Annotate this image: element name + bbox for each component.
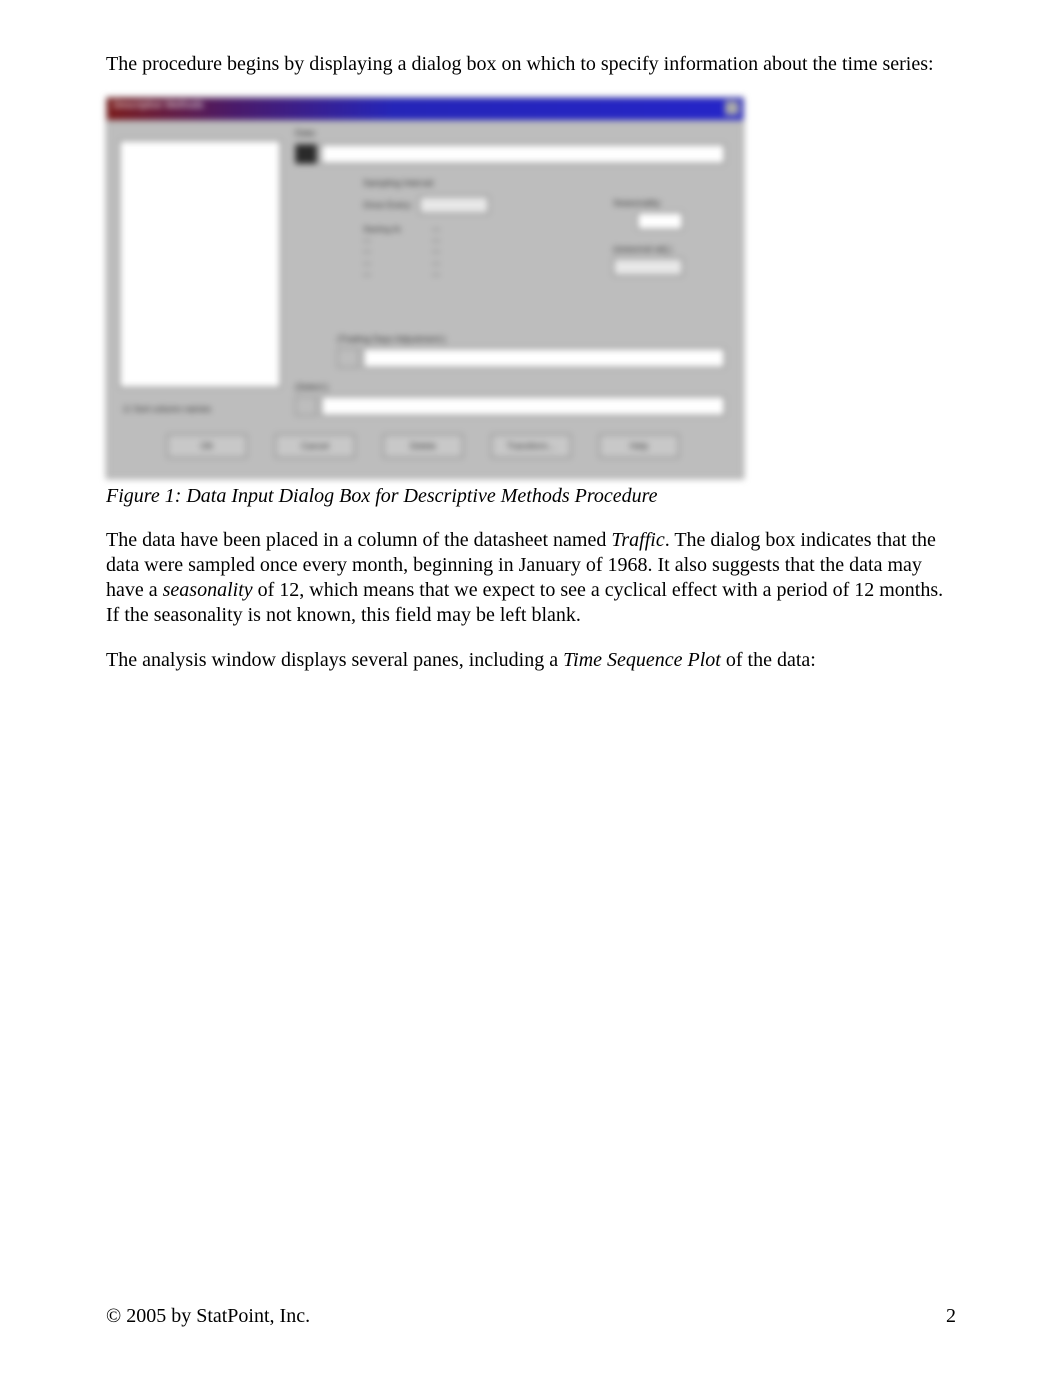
figure-1-container: Descriptive Methods Data: Sampling Inter… bbox=[106, 97, 956, 479]
interval-combo[interactable] bbox=[419, 196, 489, 214]
seasonality-input[interactable] bbox=[637, 212, 683, 230]
sampling-interval-group: Sampling Interval: Once Every: Starting … bbox=[363, 178, 603, 318]
data-label: Data: bbox=[295, 128, 317, 138]
trading-days-label: (Trading Days Adjustment:) bbox=[337, 334, 446, 344]
ok-button[interactable]: OK bbox=[167, 434, 247, 458]
arrow-right-icon[interactable] bbox=[295, 144, 317, 164]
seasonal-adjust-combo[interactable] bbox=[613, 258, 683, 276]
sort-column-names-checkbox[interactable]: ☑ Sort column names bbox=[123, 404, 211, 415]
trading-days-input[interactable] bbox=[363, 348, 725, 368]
copyright-text: © 2005 by StatPoint, Inc. bbox=[106, 1305, 310, 1328]
data-input[interactable] bbox=[321, 144, 725, 164]
sampling-interval-label: Sampling Interval: bbox=[363, 178, 603, 188]
starting-at-col1: Starting At: — — — — bbox=[363, 224, 402, 280]
paragraph-2: The data have been placed in a column of… bbox=[106, 528, 956, 628]
seasonal-adjust-label: (seasonal adj.) bbox=[613, 244, 723, 254]
select-arrow-icon[interactable] bbox=[295, 396, 317, 416]
seasonality-group: Seasonality: (seasonal adj.) bbox=[613, 198, 723, 276]
select-label: (Select:) bbox=[295, 382, 329, 392]
paragraph-3: The analysis window displays several pan… bbox=[106, 648, 956, 673]
seasonality-label: Seasonality: bbox=[613, 198, 723, 208]
variables-listbox[interactable] bbox=[119, 140, 281, 388]
intro-paragraph: The procedure begins by displaying a dia… bbox=[106, 52, 956, 77]
delete-button[interactable]: Delete bbox=[383, 434, 463, 458]
close-icon[interactable] bbox=[725, 101, 739, 115]
dialog-button-row: OK Cancel Delete Transform... Help bbox=[167, 434, 679, 458]
transform-button[interactable]: Transform... bbox=[491, 434, 571, 458]
dialog-box: Descriptive Methods Data: Sampling Inter… bbox=[106, 97, 744, 479]
trading-arrow-icon[interactable] bbox=[337, 348, 359, 368]
page-footer: © 2005 by StatPoint, Inc. 2 bbox=[106, 1305, 956, 1328]
dialog-titlebar: Descriptive Methods bbox=[107, 98, 743, 120]
starting-at-group: Starting At: — — — — — — — — — bbox=[363, 224, 603, 280]
help-button[interactable]: Help bbox=[599, 434, 679, 458]
cancel-button[interactable]: Cancel bbox=[275, 434, 355, 458]
figure-1-caption: Figure 1: Data Input Dialog Box for Desc… bbox=[106, 485, 956, 508]
dialog-body: Data: Sampling Interval: Once Every: Sta… bbox=[107, 120, 743, 478]
page-number: 2 bbox=[946, 1305, 956, 1328]
dialog-title: Descriptive Methods bbox=[113, 100, 204, 111]
once-every-label: Once Every: bbox=[363, 200, 413, 210]
starting-at-col2: — — — — — bbox=[432, 224, 440, 280]
select-input[interactable] bbox=[321, 396, 725, 416]
